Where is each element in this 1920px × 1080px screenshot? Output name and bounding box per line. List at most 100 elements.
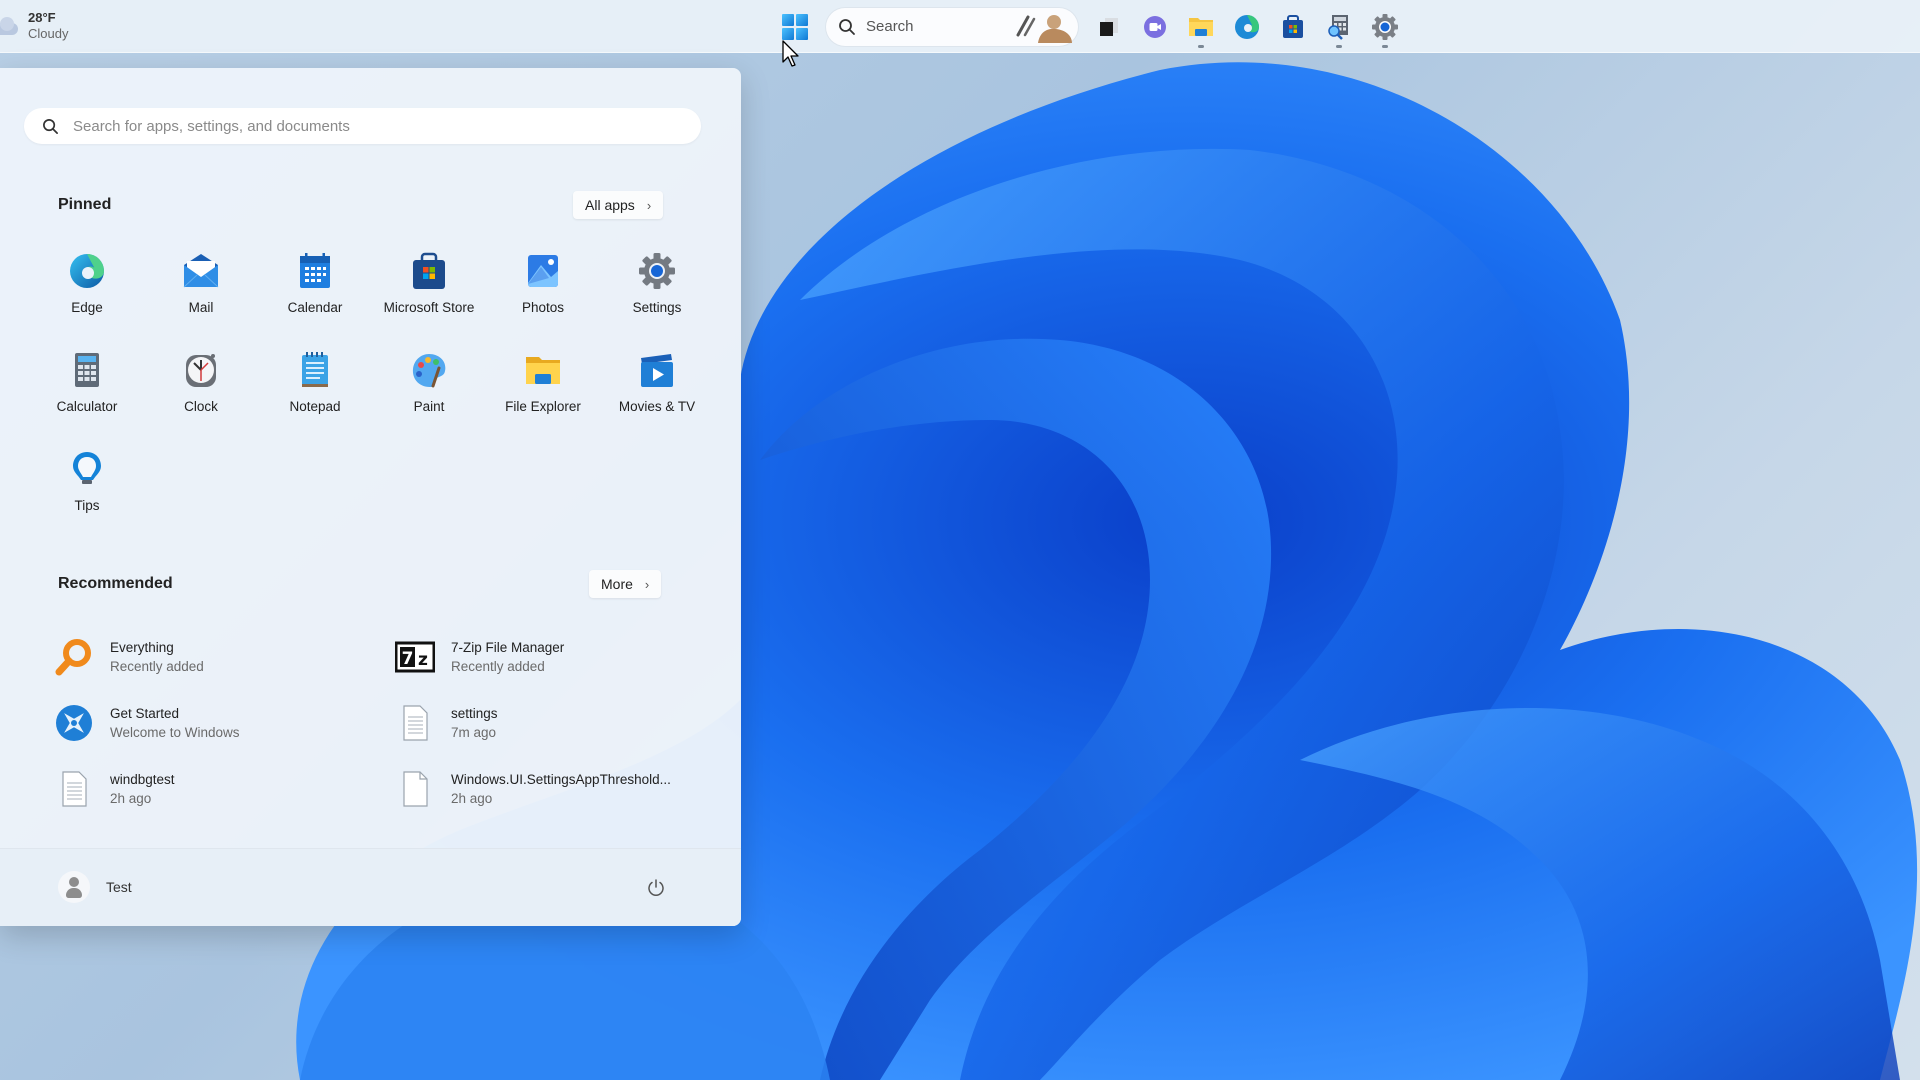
recommended-title: Get Started — [110, 706, 180, 721]
pinned-app-settings[interactable]: Settings — [600, 245, 714, 344]
pinned-app-label: File Explorer — [505, 399, 581, 414]
svg-text:z: z — [418, 650, 428, 670]
user-account-button[interactable]: Test — [58, 869, 142, 905]
pinned-app-photos[interactable]: Photos — [486, 245, 600, 344]
pinned-app-paint[interactable]: Paint — [372, 344, 486, 443]
taskbar: 28°F Cloudy Search — [0, 0, 1920, 53]
mail-icon — [183, 254, 219, 288]
weather-widget[interactable]: 28°F Cloudy — [0, 6, 68, 46]
pinned-app-label: Calculator — [56, 399, 118, 414]
recommended-item-windbgtest[interactable]: windbgtest 2h ago — [54, 756, 395, 822]
photos-icon — [528, 255, 558, 287]
taskbar-search-box[interactable]: Search — [826, 7, 1078, 46]
folder-icon — [526, 357, 560, 384]
blank-file-icon — [403, 771, 428, 807]
everything-search-icon — [55, 639, 91, 676]
recommended-title: windbgtest — [110, 772, 175, 787]
recommended-list: Everything Recently added 7z 7-Zip File … — [54, 624, 694, 822]
taskbar-inspector-app[interactable] — [1316, 5, 1362, 49]
more-button[interactable]: More › — [589, 570, 662, 598]
calendar-icon — [300, 253, 330, 288]
recommended-subtitle: 2h ago — [110, 791, 152, 806]
store-icon — [1283, 14, 1303, 38]
pinned-app-microsoft-store[interactable]: Microsoft Store — [372, 245, 486, 344]
recommended-subtitle: Recently added — [110, 659, 204, 674]
recommended-item-everything[interactable]: Everything Recently added — [54, 624, 395, 690]
text-file-icon — [403, 705, 428, 741]
pinned-app-label: Paint — [413, 399, 445, 414]
pinned-app-tips[interactable]: Tips — [30, 443, 144, 542]
running-indicator — [1336, 44, 1342, 48]
recommended-item-7zip[interactable]: 7z 7-Zip File Manager Recently added — [395, 624, 695, 690]
edge-icon — [70, 254, 104, 288]
power-button[interactable] — [641, 873, 671, 903]
file-explorer-icon — [1189, 17, 1213, 36]
windows-logo-icon — [782, 13, 808, 40]
search-icon — [839, 18, 855, 35]
get-started-icon — [56, 705, 92, 741]
pinned-app-calculator[interactable]: Calculator — [30, 344, 144, 443]
pinned-app-file-explorer[interactable]: File Explorer — [486, 344, 600, 443]
settings-icon — [639, 253, 675, 289]
recommended-subtitle: Recently added — [451, 659, 545, 674]
recommended-item-get-started[interactable]: Get Started Welcome to Windows — [54, 690, 395, 756]
recommended-item-settings-app-threshold[interactable]: Windows.UI.SettingsAppThreshold... 2h ag… — [395, 756, 695, 822]
mouse-cursor-icon — [782, 40, 799, 67]
tips-icon — [73, 452, 101, 484]
pinned-app-label: Clock — [184, 399, 218, 414]
settings-icon — [1372, 13, 1398, 40]
taskbar-settings[interactable] — [1362, 5, 1408, 49]
start-menu-footer: Test — [0, 848, 741, 926]
more-label: More — [601, 576, 633, 592]
power-icon — [648, 879, 664, 896]
store-icon — [413, 252, 445, 289]
taskbar-search-label: Search — [866, 18, 914, 35]
pinned-app-clock[interactable]: Clock — [144, 344, 258, 443]
pinned-app-calendar[interactable]: Calendar — [258, 245, 372, 344]
7zip-icon: 7z — [395, 641, 435, 673]
clock-icon — [186, 354, 216, 387]
recommended-heading: Recommended — [58, 575, 173, 592]
pinned-app-label: Calendar — [287, 300, 343, 315]
magnifier-calc-icon — [1328, 14, 1348, 40]
pinned-app-label: Mail — [188, 300, 214, 315]
pinned-app-label: Photos — [521, 300, 565, 315]
recommended-title: 7-Zip File Manager — [451, 640, 565, 655]
start-search-input[interactable]: Search for apps, settings, and documents — [24, 108, 701, 144]
pinned-app-mail[interactable]: Mail — [144, 245, 258, 344]
search-highlight-icon — [1016, 14, 1072, 43]
taskbar-chat[interactable] — [1132, 5, 1178, 49]
pinned-app-label: Notepad — [289, 399, 341, 414]
pinned-app-label: Movies & TV — [618, 399, 696, 414]
taskbar-task-view[interactable] — [1086, 5, 1132, 49]
paint-icon — [412, 354, 446, 388]
cloud-icon — [0, 17, 18, 35]
recommended-item-settings-file[interactable]: settings 7m ago — [395, 690, 695, 756]
weather-temperature: 28°F — [28, 10, 56, 25]
svg-text:7: 7 — [402, 649, 414, 669]
taskbar-store[interactable] — [1270, 5, 1316, 49]
all-apps-label: All apps — [585, 197, 635, 213]
pinned-app-notepad[interactable]: Notepad — [258, 344, 372, 443]
edge-icon — [1235, 14, 1259, 39]
chevron-right-icon: › — [646, 197, 652, 213]
taskbar-file-explorer[interactable] — [1178, 5, 1224, 49]
chevron-right-icon: › — [644, 576, 650, 592]
pinned-app-label: Edge — [71, 300, 103, 315]
pinned-app-label: Microsoft Store — [383, 300, 475, 315]
weather-condition: Cloudy — [28, 26, 69, 41]
pinned-app-label: Settings — [632, 300, 682, 315]
pinned-app-edge[interactable]: Edge — [30, 245, 144, 344]
all-apps-button[interactable]: All apps › — [573, 191, 664, 219]
avatar — [58, 871, 90, 903]
chat-icon — [1144, 15, 1166, 38]
recommended-subtitle: 7m ago — [451, 725, 497, 740]
pinned-apps-grid: Edge Mail Calendar Microsoft Store Photo… — [30, 245, 714, 542]
notepad-icon — [302, 352, 328, 387]
task-view-icon — [1100, 17, 1118, 36]
taskbar-edge[interactable] — [1224, 5, 1270, 49]
pinned-app-label: Tips — [74, 498, 100, 513]
running-indicator — [1198, 44, 1204, 48]
pinned-app-movies-tv[interactable]: Movies & TV — [600, 344, 714, 443]
pinned-heading: Pinned — [58, 196, 112, 213]
